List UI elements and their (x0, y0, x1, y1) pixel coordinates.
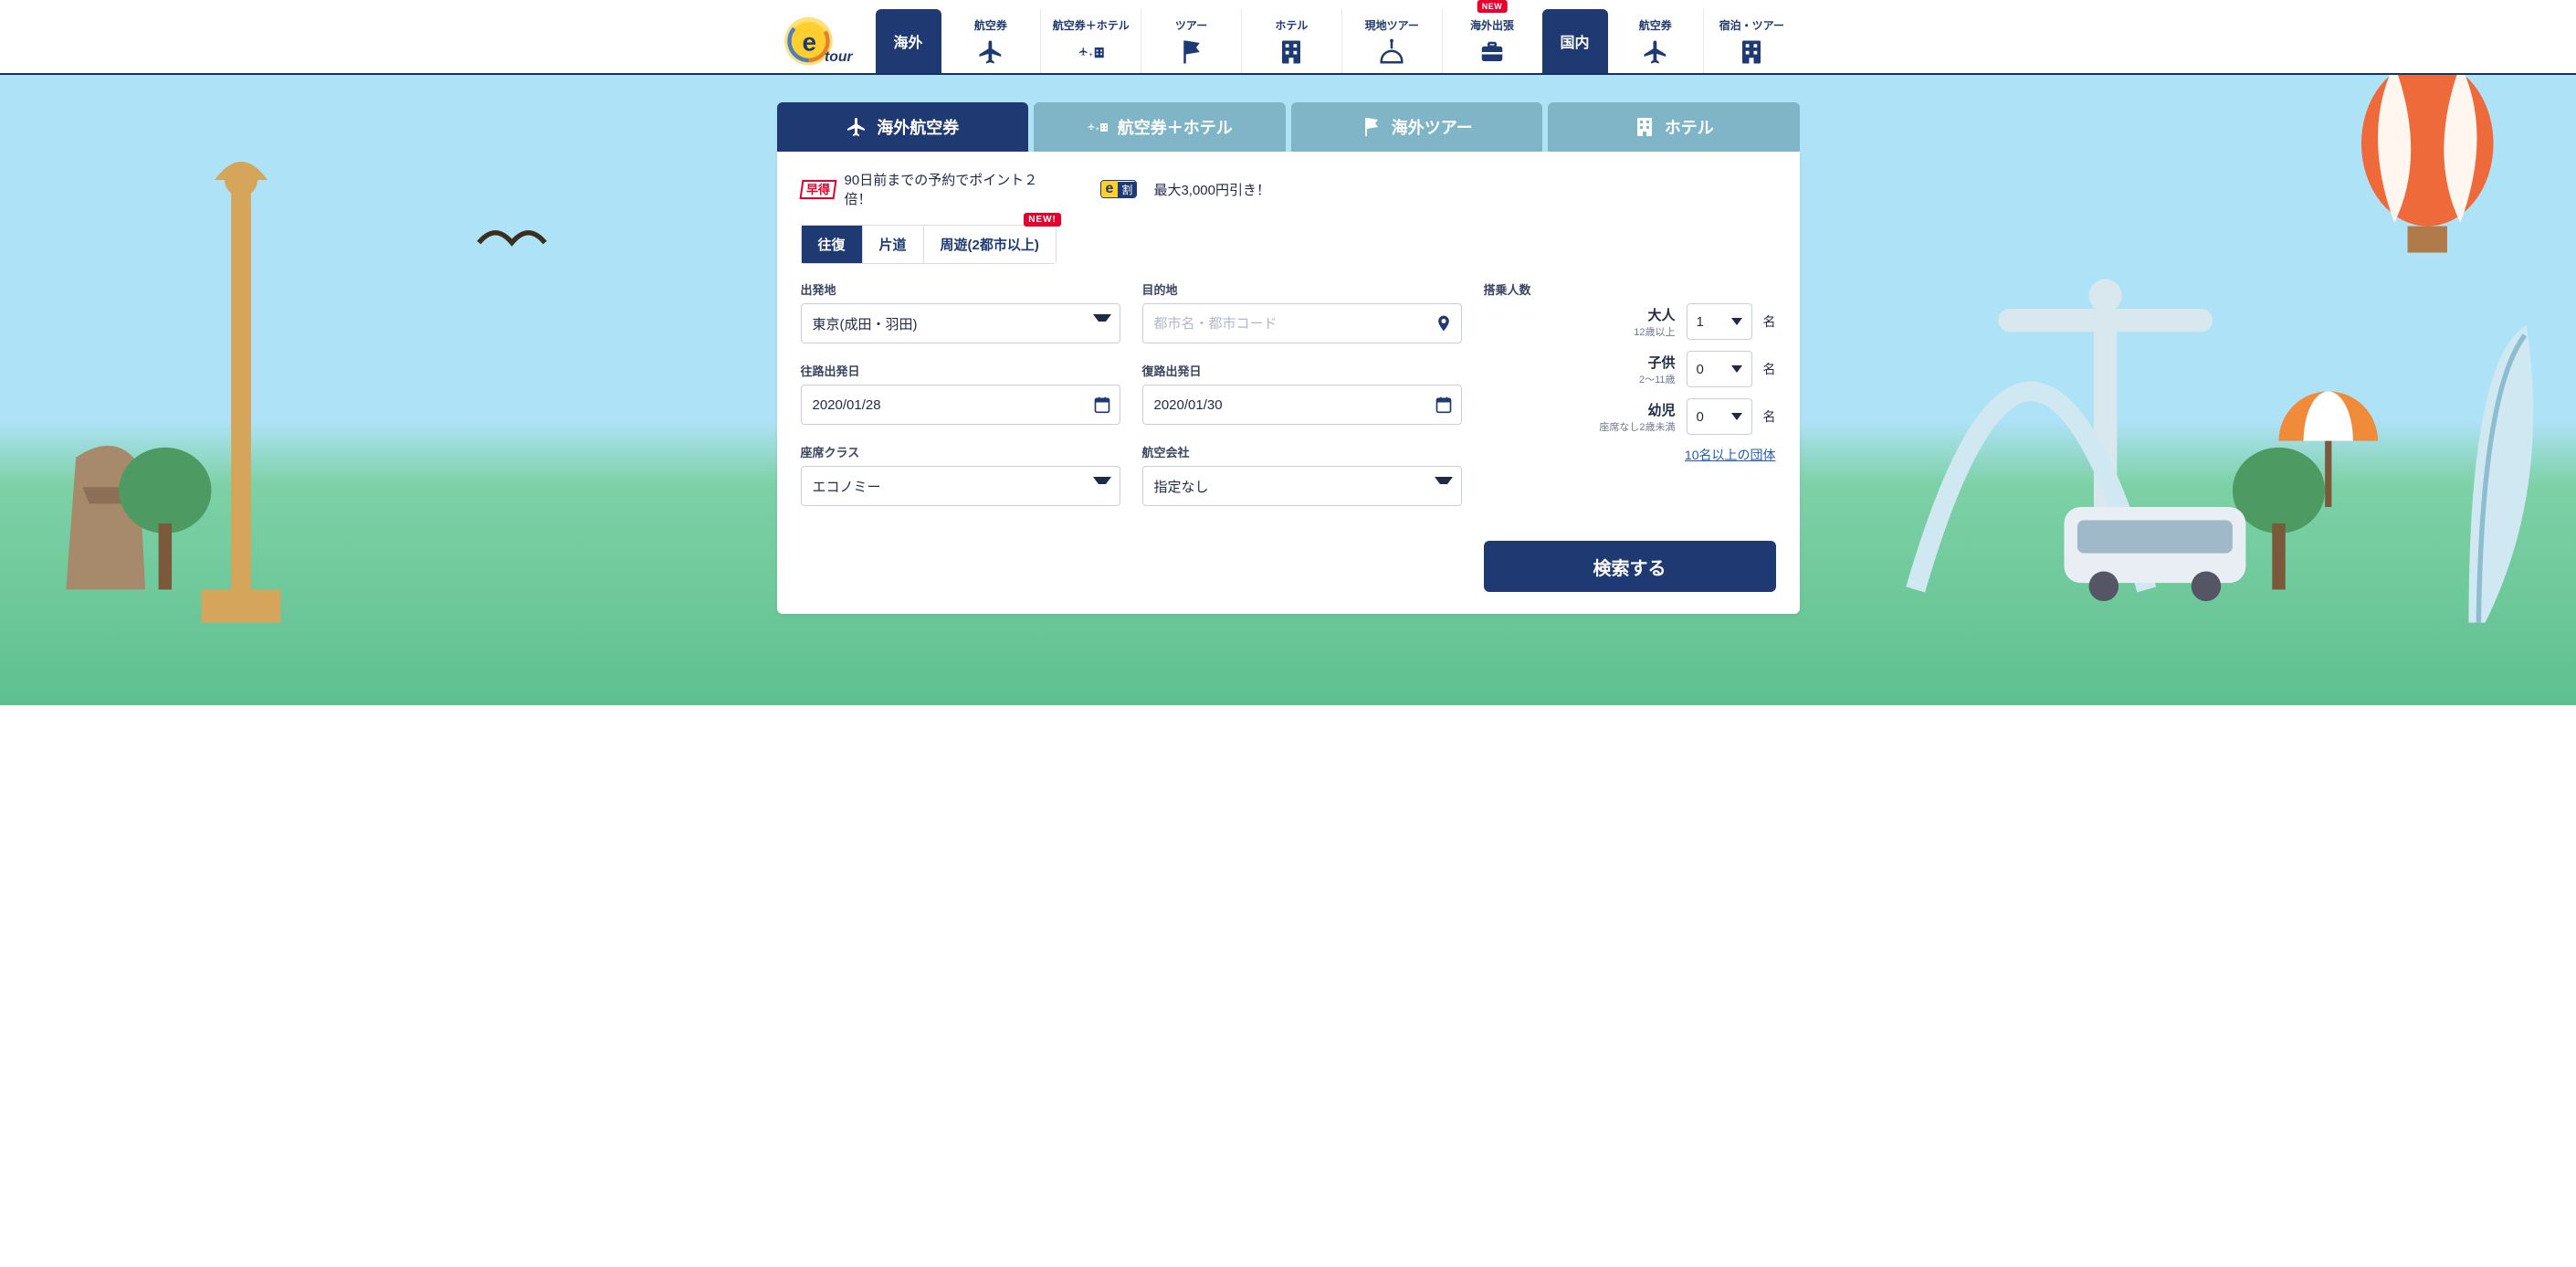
pax-child-select[interactable]: 0 (1687, 351, 1752, 387)
passengers: 搭乗人数 大人 12歳以上 1 名 子供 (1484, 280, 1776, 464)
origin-select[interactable]: 東京(成田・羽田) (801, 303, 1120, 343)
destination-field: 目的地 (1142, 280, 1462, 343)
destination-input[interactable] (1142, 303, 1462, 343)
tab-label: 海外ツアー (1392, 115, 1473, 139)
pax-child-row: 子供 2〜11歳 0 名 (1484, 351, 1776, 387)
trip-type-round[interactable]: 往復 (802, 226, 863, 263)
building-icon (1738, 38, 1765, 69)
pax-adult-select[interactable]: 1 (1687, 303, 1752, 340)
return-date-field: 復路出発日 2020/01/30 (1142, 362, 1462, 425)
svg-text:tour: tour (825, 49, 853, 65)
pax-child-label: 子供 (1647, 355, 1675, 371)
ewari-promo[interactable]: e割 最大3,000円引き！ (1100, 180, 1270, 199)
nav-item-hotel[interactable]: ホテル (1241, 9, 1341, 73)
ewari-badge-icon: e割 (1100, 180, 1138, 198)
svg-text:+: + (1088, 50, 1093, 58)
tab-hotel[interactable]: ホテル (1548, 102, 1800, 152)
origin-field: 出発地 東京(成田・羽田) (801, 280, 1120, 343)
trip-type-oneway[interactable]: 片道 (863, 226, 924, 263)
hayatoku-promo[interactable]: 早得 90日前までの予約でポイント２倍！ (801, 170, 1064, 208)
cabin-label: 座席クラス (801, 443, 1120, 460)
plane-icon (1642, 38, 1669, 69)
tab-flight-hotel[interactable]: + 航空券＋ホテル (1034, 102, 1286, 152)
briefcase-icon (1478, 38, 1506, 69)
overseas-nav: 航空券 航空券＋ホテル + ツアー ホテル (941, 9, 1542, 73)
overseas-button[interactable]: 海外 (876, 9, 941, 73)
destination-label: 目的地 (1142, 280, 1462, 298)
ewari-text: 最大3,000円引き！ (1153, 180, 1270, 199)
search-panel: 早得 90日前までの予約でポイント２倍！ e割 最大3,000円引き！ 往復 片… (777, 152, 1800, 614)
arc-icon (1378, 38, 1405, 69)
nav-item-dom-flight[interactable]: 航空券 (1608, 9, 1704, 73)
tab-label: ホテル (1665, 115, 1714, 139)
pax-unit: 名 (1763, 312, 1776, 331)
pax-child-sub: 2〜11歳 (1639, 372, 1676, 386)
site-header: e tour 海外 航空券 航空券＋ホテル + ツアー (0, 0, 2576, 75)
trip-type-multi[interactable]: 周遊(2都市以上) NEW! (924, 226, 1056, 263)
svg-text:+: + (1096, 127, 1099, 132)
pax-adult-sub: 12歳以上 (1634, 324, 1675, 339)
pax-adult-label: 大人 (1647, 308, 1675, 323)
nav-item-biz-trip[interactable]: NEW 海外出張 (1442, 9, 1542, 73)
chevron-down-icon (1731, 413, 1742, 420)
chevron-down-icon (1731, 318, 1742, 325)
tab-tour[interactable]: 海外ツアー (1291, 102, 1543, 152)
pax-infant-label: 幼児 (1647, 403, 1675, 418)
pax-unit: 名 (1763, 360, 1776, 378)
building-icon (1634, 116, 1656, 138)
building-icon (1277, 38, 1305, 69)
nav-item-flight-hotel[interactable]: 航空券＋ホテル + (1040, 9, 1141, 73)
pax-adult-row: 大人 12歳以上 1 名 (1484, 303, 1776, 340)
airline-select[interactable]: 指定なし (1142, 466, 1462, 506)
domestic-nav: 航空券 宿泊・ツアー (1608, 9, 1800, 73)
domestic-button[interactable]: 国内 (1542, 9, 1608, 73)
brand-logo[interactable]: e tour (777, 9, 876, 73)
plane-hotel-icon: + (1087, 116, 1109, 138)
hayatoku-text: 90日前までの予約でポイント２倍！ (845, 170, 1064, 208)
trip-type-tabs: 往復 片道 周遊(2都市以上) NEW! (801, 225, 1057, 264)
flag-icon (1178, 38, 1205, 69)
cabin-select[interactable]: エコノミー (801, 466, 1120, 506)
hayatoku-badge: 早得 (799, 180, 836, 199)
nav-item-dom-stay[interactable]: 宿泊・ツアー (1703, 9, 1800, 73)
nav-item-tour[interactable]: ツアー (1141, 9, 1241, 73)
nav-item-local-tour[interactable]: 現地ツアー (1341, 9, 1442, 73)
passengers-heading: 搭乗人数 (1484, 280, 1776, 298)
pax-infant-select[interactable]: 0 (1687, 398, 1752, 435)
search-button-label: 検索する (1593, 559, 1667, 579)
new-badge: NEW! (1024, 213, 1061, 227)
hero: 海外航空券 + 航空券＋ホテル 海外ツアー ホテル 早得 90日前までの予約でポ… (0, 75, 2576, 705)
airline-field: 航空会社 指定なし (1142, 443, 1462, 506)
depart-date-field: 往路出発日 2020/01/28 (801, 362, 1120, 425)
search-form: 出発地 東京(成田・羽田) 目的地 (801, 280, 1776, 592)
etour-logo-icon: e tour (777, 9, 859, 73)
cabin-field: 座席クラス エコノミー (801, 443, 1120, 506)
return-date-input[interactable]: 2020/01/30 (1142, 385, 1462, 425)
tab-label: 海外航空券 (877, 115, 959, 139)
tab-flight[interactable]: 海外航空券 (777, 102, 1029, 152)
pax-infant-sub: 座席なし2歳未満 (1599, 419, 1675, 434)
flag-icon (1361, 116, 1383, 138)
plane-icon (977, 38, 1004, 69)
search-tabs: 海外航空券 + 航空券＋ホテル 海外ツアー ホテル (777, 102, 1800, 152)
group-booking-link[interactable]: 10名以上の団体 (1484, 446, 1776, 464)
plane-hotel-icon: + (1078, 38, 1105, 69)
return-date-label: 復路出発日 (1142, 362, 1462, 379)
tab-label: 航空券＋ホテル (1118, 115, 1233, 139)
new-badge: NEW (1477, 0, 1508, 13)
search-button[interactable]: 検索する (1484, 541, 1776, 592)
depart-date-label: 往路出発日 (801, 362, 1120, 379)
pax-infant-row: 幼児 座席なし2歳未満 0 名 (1484, 398, 1776, 435)
domestic-button-label: 国内 (1560, 30, 1589, 52)
svg-text:e: e (802, 28, 816, 57)
depart-date-input[interactable]: 2020/01/28 (801, 385, 1120, 425)
plane-icon (846, 116, 867, 138)
promos: 早得 90日前までの予約でポイント２倍！ e割 最大3,000円引き！ (801, 170, 1776, 208)
overseas-button-label: 海外 (893, 30, 922, 52)
airline-label: 航空会社 (1142, 443, 1462, 460)
origin-label: 出発地 (801, 280, 1120, 298)
nav-item-flight[interactable]: 航空券 (941, 9, 1041, 73)
chevron-down-icon (1731, 365, 1742, 373)
pax-unit: 名 (1763, 407, 1776, 426)
